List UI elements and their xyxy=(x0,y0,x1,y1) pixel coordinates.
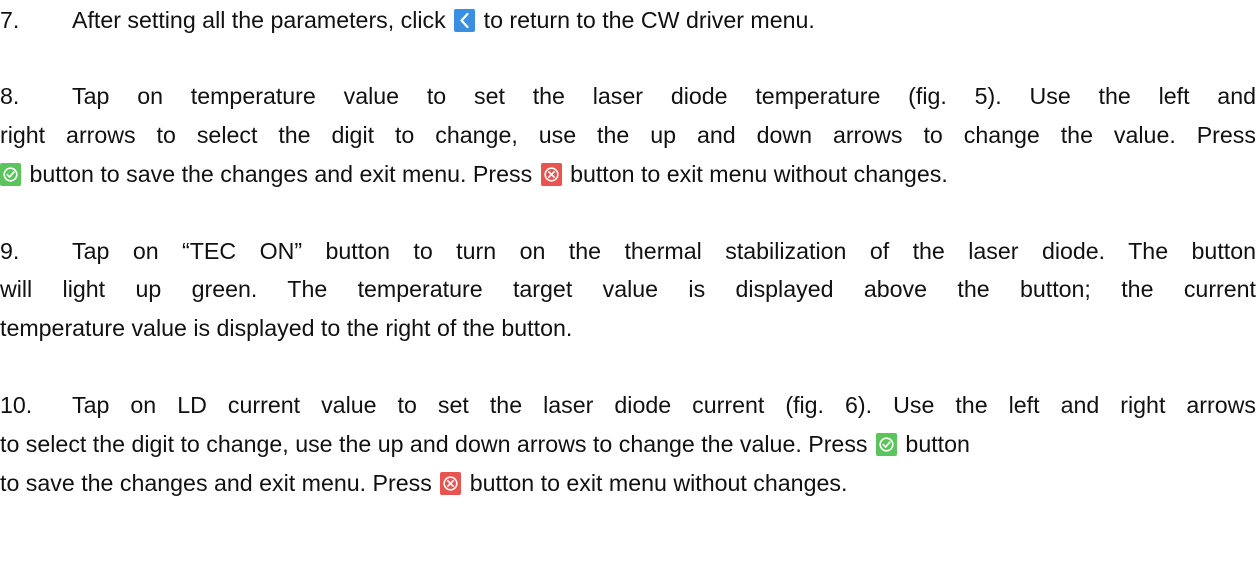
step-7-text-b: to return to the CW driver menu. xyxy=(483,7,815,33)
step-9-text-1: Tap on “TEC ON” button to turn on the th… xyxy=(72,238,1256,264)
back-chevron-icon xyxy=(454,9,476,32)
step-8-text-2: right arrows to select the digit to chan… xyxy=(0,122,1256,148)
step-8-line-3: button to save the changes and exit menu… xyxy=(0,154,1256,194)
step-10-text-3a: to save the changes and exit menu. Press xyxy=(0,470,432,496)
document-page: 7. After setting all the parameters, cli… xyxy=(0,0,1259,578)
step-9-line-1: 9. Tap on “TEC ON” button to turn on the… xyxy=(0,231,1256,271)
step-7-number: 7. xyxy=(0,7,20,33)
step-8-number: 8. xyxy=(0,83,20,109)
step-9-text-3: temperature value is displayed to the ri… xyxy=(0,315,573,341)
step-10-text-1: Tap on LD current value to set the laser… xyxy=(72,392,1256,418)
step-8-text-3a: button to save the changes and exit menu… xyxy=(29,161,533,187)
step-10-line-2: to select the digit to change, use the u… xyxy=(0,424,1256,464)
check-circle-icon xyxy=(875,433,897,456)
step-9-number: 9. xyxy=(0,238,20,264)
step-8-text-1: Tap on temperature value to set the lase… xyxy=(72,83,1256,109)
step-10-text-2a: to select the digit to change, use the u… xyxy=(0,431,868,457)
step-8-text-3b: button to exit menu without changes. xyxy=(570,161,948,187)
x-circle-icon xyxy=(440,472,462,495)
step-10-text-3b: button to exit menu without changes. xyxy=(469,470,848,496)
step-10-text-2b: button xyxy=(905,431,970,457)
check-circle-icon xyxy=(0,163,21,186)
step-8-line-1: 8. Tap on temperature value to set the l… xyxy=(0,76,1256,116)
step-10-line-3: to save the changes and exit menu. Press… xyxy=(0,463,1256,503)
step-10-number: 10. xyxy=(0,392,33,418)
step-9-text-2: will light up green. The temperature tar… xyxy=(0,276,1256,302)
step-7-text-a: After setting all the parameters, click xyxy=(72,7,446,33)
step-10-line-1: 10. Tap on LD current value to set the l… xyxy=(0,385,1256,425)
x-circle-icon xyxy=(540,163,562,186)
step-7-line-1: 7. After setting all the parameters, cli… xyxy=(0,0,1256,40)
